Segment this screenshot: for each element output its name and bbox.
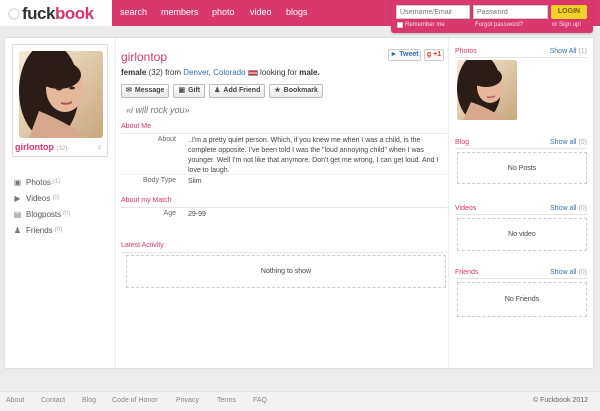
logo-text: fuckbook xyxy=(22,4,94,23)
friends-heading: Friends xyxy=(455,269,479,276)
divider xyxy=(121,174,447,175)
bookmark-button[interactable]: ★ Bookmark xyxy=(269,84,323,98)
blog-heading: Blog xyxy=(455,139,470,146)
blog-empty-text: No Posts xyxy=(507,164,537,172)
body-type-label: Body Type xyxy=(143,177,176,184)
friends-icon: ♟ xyxy=(13,225,22,235)
age-value: 29-99 xyxy=(188,211,206,218)
divider xyxy=(121,207,447,208)
female-icon: ♀ xyxy=(96,142,103,152)
profile-name[interactable]: girlontop (32) xyxy=(15,142,67,152)
camera-icon: ▣ xyxy=(13,177,22,187)
photos-heading: Photos xyxy=(455,48,477,55)
top-bar: fuckbook search members photo video blog… xyxy=(0,0,600,33)
activity-empty-text: Nothing to show xyxy=(260,268,312,275)
friends-show-all-link[interactable]: Show all (0) xyxy=(550,269,587,276)
videos-show-all-link[interactable]: Show all (0) xyxy=(550,205,587,212)
profile-photo-image xyxy=(19,51,103,138)
profile-card: girlontop (32) ♀ xyxy=(12,44,108,157)
photo-thumbnail-image xyxy=(457,60,517,120)
friends-empty-text: No Friends xyxy=(504,296,540,303)
about-me-heading: About Me xyxy=(121,123,151,130)
divider xyxy=(455,57,587,58)
photos-show-all-link[interactable]: Show All (1) xyxy=(550,48,587,55)
forgot-password-link[interactable]: Forgot password? xyxy=(475,22,523,28)
main-container: girlontop (32) ♀ ▣ Photos (1) ▶ Videos (0)… xyxy=(5,38,593,368)
video-icon: ▶ xyxy=(14,193,21,203)
username-input[interactable] xyxy=(396,5,470,19)
profile-photo[interactable] xyxy=(19,51,103,138)
friends-empty-box: No Friends xyxy=(457,282,587,317)
blog-show-all-link[interactable]: Show all (0) xyxy=(550,139,587,146)
login-panel: LOGIN Remember me Forgot password? or Si… xyxy=(391,0,593,33)
divider xyxy=(121,133,447,134)
google-plus-icon: g xyxy=(426,51,432,58)
footer-link-about[interactable]: About xyxy=(6,397,24,404)
sidebar-item-videos[interactable]: ▶ Videos (0) xyxy=(13,190,70,206)
remember-me[interactable]: Remember me xyxy=(397,22,445,28)
envelope-icon: ✉ xyxy=(126,87,132,94)
gift-button[interactable]: ▣ Gift xyxy=(173,84,206,98)
footer-link-contact[interactable]: Contact xyxy=(41,397,65,404)
tweet-button[interactable]: ► Tweet xyxy=(388,49,421,61)
footer-link-blog[interactable]: Blog xyxy=(82,397,96,404)
divider xyxy=(121,252,447,253)
site-logo[interactable]: fuckbook xyxy=(8,4,94,24)
share-buttons: ► Tweet g +1 xyxy=(388,49,444,61)
photo-thumbnail[interactable] xyxy=(457,60,517,120)
videos-empty-box: No video xyxy=(457,218,587,251)
city-link[interactable]: Denver xyxy=(183,68,208,77)
blog-empty-box: No Posts xyxy=(457,152,587,184)
nav-search[interactable]: search xyxy=(120,7,147,17)
sidebar-item-friends[interactable]: ♟ Friends (0) xyxy=(13,222,70,238)
google-plus-button[interactable]: g +1 xyxy=(424,49,444,61)
add-friend-icon: ♟ xyxy=(214,87,221,94)
action-buttons: ✉ Message ▣ Gift ♟ Add Friend ★ Bookmark xyxy=(121,84,327,98)
copyright: © Fuckbook 2012 xyxy=(533,397,588,404)
about-label: About xyxy=(157,136,176,143)
logo-mark-icon xyxy=(8,8,20,20)
footer-link-terms[interactable]: Terms xyxy=(217,397,236,404)
profile-quote: «i will rock you» xyxy=(126,105,190,115)
star-icon: ★ xyxy=(274,87,281,94)
sidebar-item-blogposts[interactable]: ▤ Blogposts (0) xyxy=(13,206,71,222)
profile-summary: female (32) from Denver, Colorado lookin… xyxy=(121,68,320,77)
videos-empty-text: No video xyxy=(508,231,536,238)
footer: About Contact Blog Code of Honor Privacy… xyxy=(0,391,600,411)
latest-activity-heading: Latest Activity xyxy=(121,242,164,249)
document-icon: ▤ xyxy=(13,209,22,219)
about-match-heading: About my Match xyxy=(121,197,172,204)
divider xyxy=(455,278,587,279)
sidebar-links: ▣ Photos (1) ▶ Videos (0) ▤ Blogposts (0) ♟… xyxy=(13,174,71,238)
signup-link[interactable]: or Sign up! xyxy=(552,22,581,28)
videos-heading: Videos xyxy=(455,205,477,212)
page-title: girlontop xyxy=(121,50,168,64)
about-text: ..I'm a pretty quiet person. Which, if y… xyxy=(188,137,439,174)
profile-main: girlontop ► Tweet g +1 female (32) from … xyxy=(115,38,449,368)
footer-link-faq[interactable]: FAQ xyxy=(253,397,267,404)
gift-icon: ▣ xyxy=(178,87,186,94)
right-sidebar: Photos Show All (1) Blog Show all (0) No… xyxy=(449,38,593,368)
nav-blogs[interactable]: blogs xyxy=(286,7,308,17)
body-type-value: Slim xyxy=(188,178,202,185)
remember-checkbox[interactable] xyxy=(397,22,403,28)
divider xyxy=(455,214,587,215)
add-friend-button[interactable]: ♟ Add Friend xyxy=(209,84,266,98)
twitter-icon: ► xyxy=(390,51,398,58)
age-label: Age xyxy=(163,210,176,217)
message-button[interactable]: ✉ Message xyxy=(121,84,170,98)
us-flag-icon xyxy=(247,69,258,76)
sidebar-item-photos[interactable]: ▣ Photos (1) xyxy=(13,174,70,190)
footer-link-code-of-honor[interactable]: Code of Honor xyxy=(112,397,158,404)
password-input[interactable] xyxy=(473,5,548,19)
divider xyxy=(455,148,587,149)
nav-video[interactable]: video xyxy=(250,7,272,17)
footer-link-privacy[interactable]: Privacy xyxy=(176,397,199,404)
nav-photo[interactable]: photo xyxy=(212,7,235,17)
login-button[interactable]: LOGIN xyxy=(551,5,587,19)
state-link[interactable]: Colorado xyxy=(213,68,245,77)
activity-empty-box: Nothing to show xyxy=(126,255,446,288)
nav-members[interactable]: members xyxy=(161,7,199,17)
